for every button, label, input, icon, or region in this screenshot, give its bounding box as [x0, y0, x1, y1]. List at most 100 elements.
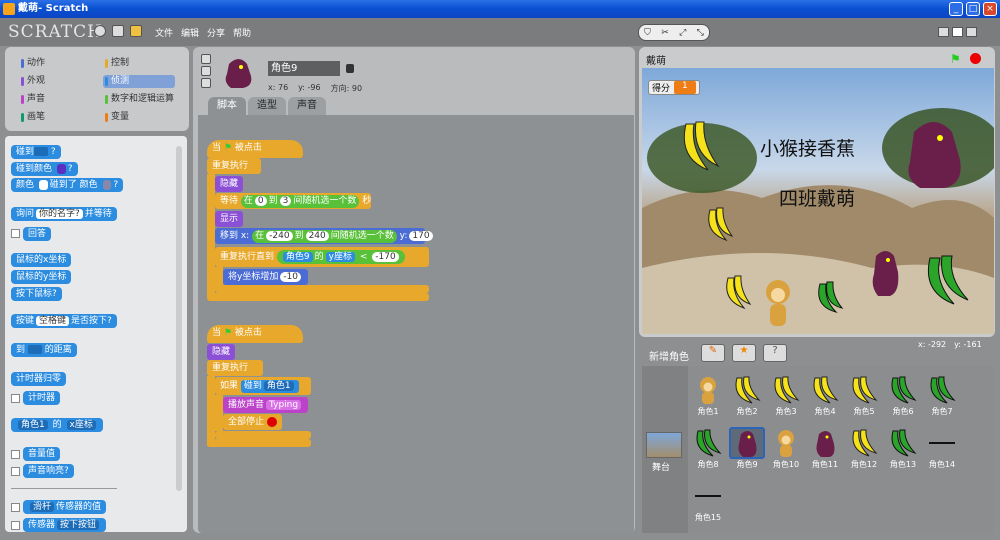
normal-stage-icon[interactable]	[952, 27, 963, 37]
block-sensor-pressed[interactable]: 传感器 按下按钮	[23, 518, 107, 532]
tab-sounds[interactable]: 声音	[288, 97, 326, 115]
block-loudness[interactable]: 音量值	[23, 447, 61, 461]
block-touching[interactable]: 碰到 ?	[11, 145, 61, 159]
tab-scripts[interactable]: 脚本	[208, 97, 246, 115]
hat-green-flag-1[interactable]: 当 ⚑ 被点击	[207, 140, 303, 158]
sprite-thumb-11[interactable]: 角色11	[807, 427, 843, 470]
block-if-touching[interactable]: 如果 碰到 角色1	[215, 377, 311, 395]
block-mouse-down[interactable]: 按下鼠标?	[11, 287, 62, 301]
sensor-button-checkbox[interactable]	[11, 521, 20, 530]
paint-sprite-icon[interactable]: ✎	[701, 344, 725, 362]
sprite-thumb-8[interactable]: 角色8	[690, 427, 726, 470]
block-timer-reset[interactable]: 计时器归零	[11, 372, 67, 386]
menu-edit[interactable]: 编辑	[181, 26, 199, 39]
scripts-area[interactable]: 当 ⚑ 被点击 重复执行 隐藏 等待 在 0 到 3 间随机选一个数 秒 显示 移到 x…	[198, 115, 634, 533]
block-goto-xy[interactable]: 移到 x: 在 -240 到 240 间随机选一个数 y: 170	[215, 228, 433, 244]
sprite-thumb-3[interactable]: 角色3	[768, 374, 804, 417]
cat-control[interactable]: 控制	[103, 57, 175, 70]
sprite-thumb-7[interactable]: 角色7	[924, 374, 960, 417]
palette-scrollbar[interactable]	[176, 146, 182, 491]
save-icon[interactable]	[112, 25, 124, 37]
loud-checkbox[interactable]	[11, 467, 20, 476]
globe-icon[interactable]	[94, 25, 106, 37]
block-show-1[interactable]: 显示	[215, 211, 244, 227]
ghost-sprite[interactable]	[894, 112, 974, 192]
block-mouse-x[interactable]: 鼠标的x坐标	[11, 253, 72, 267]
random-sprite-icon[interactable]: ?	[763, 344, 787, 362]
block-hide-2[interactable]: 隐藏	[207, 344, 236, 360]
stamp-icon[interactable]: ⛉	[644, 28, 651, 38]
block-distance[interactable]: 到 的距离	[11, 343, 77, 357]
block-attribute-of[interactable]: 角色1 的 x座标	[11, 418, 103, 432]
block-play-sound[interactable]: 播放声音 Typing	[223, 397, 309, 413]
block-wait-random[interactable]: 等待 在 0 到 3 间随机选一个数 秒	[215, 193, 371, 209]
block-color-touching-color[interactable]: 颜色 碰到了 颜色 ?	[11, 178, 124, 192]
timer-checkbox[interactable]	[11, 394, 20, 403]
score-monitor[interactable]: 得分 1	[648, 80, 700, 95]
sprite-thumb-14[interactable]: 角色14	[924, 427, 960, 470]
sensor-checkbox[interactable]	[11, 503, 20, 512]
share-icon[interactable]	[130, 25, 142, 37]
block-mouse-y[interactable]: 鼠标的y坐标	[11, 270, 72, 284]
green-banana-sprite[interactable]	[922, 252, 978, 308]
small-stage-icon[interactable]	[938, 27, 949, 37]
banana-sprite[interactable]	[704, 206, 736, 242]
green-flag-button[interactable]: ⚑	[950, 52, 961, 66]
rotate-icon[interactable]	[201, 54, 211, 64]
answer-checkbox[interactable]	[11, 229, 20, 238]
monkey-sprite[interactable]	[760, 278, 796, 330]
block-loud[interactable]: 声音响亮?	[23, 464, 74, 478]
cat-sound[interactable]: 声音	[19, 93, 91, 106]
stage-canvas[interactable]: 得分 1 小猴接香蕉 四班戴萌	[642, 68, 994, 334]
grow-icon[interactable]: ⤢	[679, 28, 686, 38]
menu-share[interactable]: 分享	[207, 26, 225, 39]
banana-sprite[interactable]	[678, 118, 724, 174]
menu-help[interactable]: 帮助	[233, 26, 251, 39]
scissors-icon[interactable]: ✂	[661, 28, 669, 38]
sprite-thumb-1[interactable]: 角色1	[690, 374, 726, 417]
block-stop-all[interactable]: 全部停止	[223, 414, 282, 430]
sprite-thumb-15[interactable]: 角色15	[690, 480, 726, 523]
lock-icon[interactable]	[346, 64, 354, 73]
presentation-icon[interactable]	[966, 27, 977, 37]
block-touching-color[interactable]: 碰到颜色 ?	[11, 162, 78, 176]
block-change-y[interactable]: 将y坐标增加 -10	[223, 269, 309, 285]
sprite-thumb-2[interactable]: 角色2	[729, 374, 765, 417]
stop-button[interactable]	[970, 53, 981, 64]
sprite-thumb-4[interactable]: 角色4	[807, 374, 843, 417]
shrink-icon[interactable]: ⤡	[697, 28, 704, 38]
sprite-name-field[interactable]: 角色9	[268, 61, 340, 76]
maximize-button[interactable]: □	[966, 2, 980, 16]
tab-costumes[interactable]: 造型	[248, 97, 286, 115]
sprite-thumb-13[interactable]: 角色13	[885, 427, 921, 470]
cat-operators[interactable]: 数字和逻辑运算	[103, 93, 183, 106]
cat-motion[interactable]: 动作	[19, 57, 91, 70]
block-sensor-value[interactable]: 滑杆 传感器的值	[23, 500, 107, 514]
block-ask[interactable]: 询问 你的名字? 并等待	[11, 207, 117, 221]
menu-file[interactable]: 文件	[155, 26, 173, 39]
close-button[interactable]: ×	[983, 2, 997, 16]
minimize-button[interactable]: _	[949, 2, 963, 16]
block-key-pressed[interactable]: 按键 空格键 是否按下?	[11, 314, 117, 328]
cat-pen[interactable]: 画笔	[19, 111, 91, 124]
choose-sprite-icon[interactable]: ★	[732, 344, 756, 362]
block-forever-2[interactable]: 重复执行	[207, 360, 263, 376]
loudness-checkbox[interactable]	[11, 450, 20, 459]
sprite-thumb-9[interactable]: 角色9	[729, 427, 765, 470]
no-rotate-icon[interactable]	[201, 78, 211, 88]
cat-variables[interactable]: 变量	[103, 111, 175, 124]
block-timer[interactable]: 计时器	[23, 391, 61, 405]
sprite-thumb-10[interactable]: 角色10	[768, 427, 804, 470]
cat-looks[interactable]: 外观	[19, 75, 91, 88]
stage-thumbnail[interactable]	[646, 432, 682, 458]
block-repeat-until[interactable]: 重复执行直到 角色9 的 y座标 < -170	[215, 247, 429, 267]
green-banana-sprite[interactable]	[814, 280, 848, 314]
block-hide-1[interactable]: 隐藏	[215, 176, 244, 192]
block-answer[interactable]: 回答	[23, 227, 52, 241]
cat-sensing[interactable]: 侦测	[103, 75, 175, 88]
sprite-thumb-5[interactable]: 角色5	[846, 374, 882, 417]
ghost-sprite[interactable]	[866, 246, 906, 300]
sprite-thumb-12[interactable]: 角色12	[846, 427, 882, 470]
banana-sprite[interactable]	[722, 274, 756, 310]
flip-icon[interactable]	[201, 66, 211, 76]
